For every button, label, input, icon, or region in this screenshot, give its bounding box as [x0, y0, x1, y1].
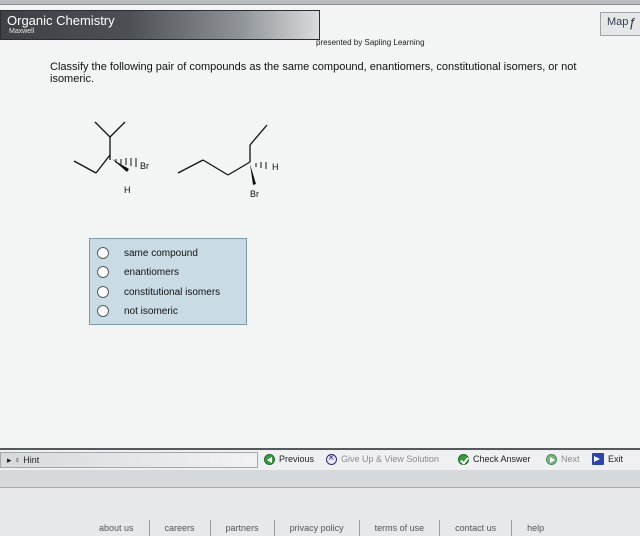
- previous-button[interactable]: Previous: [264, 452, 314, 466]
- hint-bar[interactable]: ▸ ♀ Hint: [0, 452, 258, 468]
- give-up-button[interactable]: Give Up & View Solution: [326, 452, 439, 466]
- map-label: Map: [607, 16, 629, 28]
- map-icon: ƒ: [629, 15, 637, 30]
- give-up-label: Give Up & View Solution: [341, 454, 439, 464]
- footer-link-help[interactable]: help: [512, 520, 559, 536]
- footer-links: about us careers partners privacy policy…: [84, 520, 559, 536]
- course-title: Organic Chemistry: [7, 13, 115, 28]
- check-answer-icon: [458, 453, 469, 465]
- presented-by: presented by Sapling Learning: [316, 38, 425, 47]
- radio-button[interactable]: [97, 247, 109, 259]
- site-footer: about us careers partners privacy policy…: [0, 488, 640, 536]
- right-wedge-label: H: [272, 162, 279, 172]
- radio-button[interactable]: [97, 305, 109, 317]
- footer-link-contact-us[interactable]: contact us: [440, 520, 513, 536]
- hint-bulb-icon: ♀: [14, 455, 24, 465]
- answer-choices: same compound enantiomers constitutional…: [89, 238, 247, 325]
- radio-button[interactable]: [97, 286, 109, 298]
- molecule-right: [177, 124, 268, 176]
- map-button[interactable]: Map ƒ: [600, 12, 640, 36]
- footer-link-privacy-policy[interactable]: privacy policy: [275, 520, 360, 536]
- course-header: Organic Chemistry Maxwell: [0, 10, 320, 40]
- instructor-name: Maxwell: [9, 28, 35, 35]
- answer-option-not-isomeric[interactable]: not isomeric: [90, 302, 246, 320]
- molecule-pair: Br H H Br: [73, 121, 279, 199]
- answer-label: not isomeric: [124, 305, 178, 317]
- radio-button[interactable]: [97, 266, 109, 278]
- left-dash-label: H: [124, 185, 131, 195]
- bottom-toolbar: ▸ ♀ Hint Previous Give Up & View Solutio…: [0, 448, 640, 470]
- answer-label: constitutional isomers: [124, 286, 221, 298]
- answer-option-enantiomers[interactable]: enantiomers: [90, 263, 246, 281]
- hint-arrow-icon: ▸: [7, 455, 15, 465]
- previous-label: Previous: [279, 454, 315, 464]
- footer-link-terms-of-use[interactable]: terms of use: [360, 520, 441, 536]
- wedge-bond-right: [250, 164, 256, 185]
- next-label: Next: [561, 454, 580, 464]
- left-wedge-label: Br: [140, 161, 149, 171]
- hint-label: Hint: [23, 455, 40, 465]
- check-answer-button[interactable]: Check Answer: [458, 452, 531, 466]
- footer-link-partners[interactable]: partners: [211, 520, 275, 536]
- right-dash-label: Br: [250, 189, 259, 199]
- exit-icon: [592, 453, 604, 465]
- check-answer-label: Check Answer: [473, 454, 531, 464]
- previous-icon: [264, 453, 275, 465]
- molecule-left: [73, 121, 137, 174]
- footer-divider: [0, 470, 640, 488]
- exit-button[interactable]: Exit: [592, 452, 623, 466]
- answer-label: same compound: [124, 247, 198, 259]
- answer-option-constitutional-isomers[interactable]: constitutional isomers: [90, 283, 246, 301]
- answer-option-same-compound[interactable]: same compound: [90, 244, 246, 262]
- next-icon: [546, 453, 557, 465]
- question-text: Classify the following pair of compounds…: [50, 61, 577, 85]
- footer-link-careers[interactable]: careers: [150, 520, 211, 536]
- next-button[interactable]: Next: [546, 452, 580, 466]
- footer-link-about-us[interactable]: about us: [84, 520, 150, 536]
- answer-label: enantiomers: [124, 266, 180, 278]
- exit-label: Exit: [608, 454, 624, 464]
- give-up-icon: [326, 452, 337, 465]
